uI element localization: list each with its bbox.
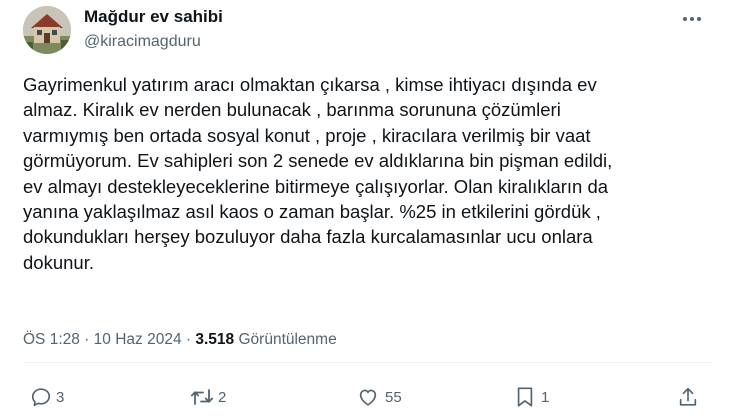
- tweet-text-line: varmıymış ben ortada sosyal konut , proj…: [23, 124, 591, 146]
- action-bar: 3 2 55 1: [0, 380, 730, 420]
- tweet-text-line: görmüyorum. Ev sahipleri son 2 senede ev…: [23, 150, 613, 172]
- tweet-date[interactable]: 10 Haz 2024: [94, 331, 182, 348]
- like-count: 55: [385, 388, 402, 406]
- bookmark-count: 1: [541, 388, 550, 406]
- tweet-card: Mağdur ev sahibi @kiracimagduru Gayrimen…: [0, 0, 730, 420]
- like-button[interactable]: 55: [357, 380, 402, 414]
- like-icon: [359, 389, 377, 406]
- more-dots-icon[interactable]: [676, 8, 708, 30]
- house-photo-avatar: [23, 6, 71, 54]
- divider: [23, 362, 713, 363]
- tweet-time[interactable]: ÖS 1:28: [23, 331, 80, 348]
- reply-icon: [31, 388, 51, 407]
- retweet-count: 2: [218, 388, 227, 406]
- tweet-text-line: almaz. Kiralık ev nerden bulunacak , bar…: [23, 99, 561, 121]
- tweet-metadata: ÖS 1:28 · 10 Haz 2024 · 3.518 Görüntülen…: [23, 329, 337, 351]
- tweet-text-line: yanına yaklaşılmaz asıl kaos o zaman baş…: [23, 201, 601, 223]
- share-icon: [679, 387, 697, 406]
- tweet-text-line: ev almayı destekleyeceklerine bitirmeye …: [23, 175, 609, 197]
- user-handle[interactable]: @kiracimagduru: [84, 31, 201, 53]
- display-name[interactable]: Mağdur ev sahibi: [84, 6, 223, 28]
- bookmark-icon: [517, 387, 533, 407]
- tweet-text: Gayrimenkul yatırım aracı olmaktan çıkar…: [23, 72, 713, 275]
- tweet-text-line: dokunur.: [23, 251, 94, 273]
- tweet-text-line: Gayrimenkul yatırım aracı olmaktan çıkar…: [23, 74, 597, 95]
- reply-button[interactable]: 3: [30, 380, 64, 414]
- reply-count: 3: [56, 388, 65, 406]
- share-button[interactable]: [677, 380, 699, 414]
- meta-separator: ·: [84, 331, 90, 348]
- retweet-button[interactable]: 2: [190, 380, 226, 414]
- retweet-icon: [190, 389, 214, 405]
- bookmark-button[interactable]: 1: [515, 380, 549, 414]
- views-label[interactable]: Görüntülenme: [238, 331, 336, 348]
- user-avatar[interactable]: [23, 6, 71, 54]
- tweet-text-line: dokundukları herşey bozuluyor daha fazla…: [23, 226, 593, 248]
- meta-separator: ·: [185, 331, 192, 348]
- views-count[interactable]: 3.518: [195, 331, 234, 348]
